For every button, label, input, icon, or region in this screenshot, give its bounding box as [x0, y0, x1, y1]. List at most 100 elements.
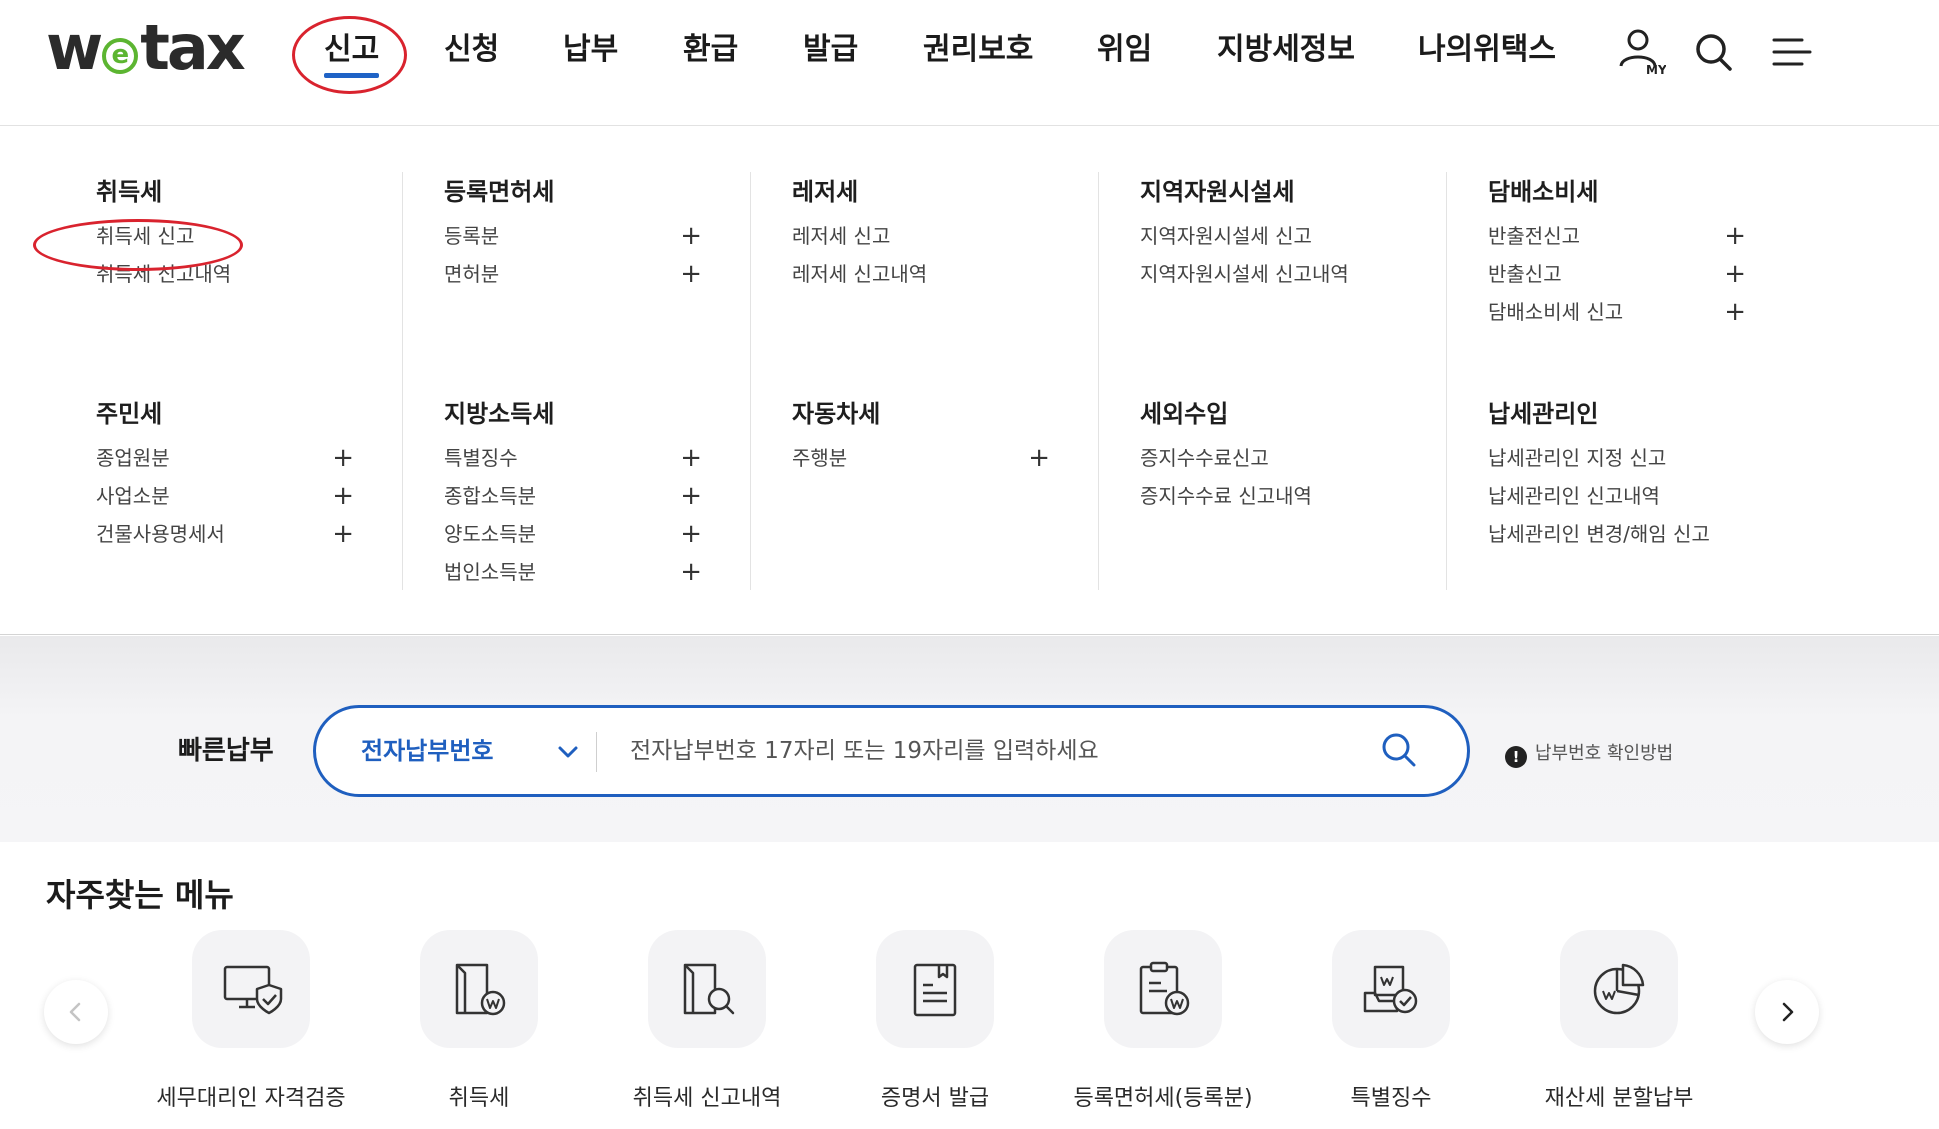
- frequent-item-registration-tax[interactable]: 등록면허세(등록분): [1053, 930, 1273, 1112]
- plus-icon: +: [680, 221, 702, 251]
- column-divider: [402, 172, 403, 590]
- menu-item-business-place[interactable]: 사업소분 +: [96, 477, 354, 515]
- mega-menu-panel: 취득세 취득세 신고 취득세 신고내역 등록면허세 등록분 + 면허분 + 레저세 …: [0, 127, 1939, 635]
- hamburger-menu-icon[interactable]: [1768, 26, 1820, 78]
- menu-item-special-collection[interactable]: 특별징수 +: [444, 439, 702, 477]
- nav-item-my-wetax[interactable]: 나의위택스: [1418, 28, 1556, 72]
- column-divider: [1098, 172, 1099, 590]
- menu-group-tobacco-tax: 담배소비세 반출전신고 + 반출신고 + 담배소비세 신고 +: [1488, 175, 1746, 331]
- info-icon: !: [1505, 746, 1527, 768]
- menu-item-regional-resource-tax-history[interactable]: 지역자원시설세 신고내역: [1140, 255, 1398, 293]
- nav-item-issue[interactable]: 발급: [803, 28, 858, 72]
- menu-item-employee[interactable]: 종업원분 +: [96, 439, 354, 477]
- document-won-icon: [420, 930, 538, 1048]
- plus-icon: +: [332, 481, 354, 511]
- pie-chart-won-icon: [1560, 930, 1678, 1048]
- monitor-shield-icon: [192, 930, 310, 1048]
- tray-check-icon: [1332, 930, 1450, 1048]
- frequent-item-certificate-issue[interactable]: 증명서 발급: [825, 930, 1045, 1112]
- plus-icon: +: [1724, 259, 1746, 289]
- menu-item-administrator-history[interactable]: 납세관리인 신고내역: [1488, 477, 1788, 515]
- plus-icon: +: [680, 259, 702, 289]
- frequent-menu-title: 자주찾는 메뉴: [46, 876, 234, 914]
- menu-item-administrator-designation[interactable]: 납세관리인 지정 신고: [1488, 439, 1788, 477]
- frequent-item-acquisition-tax-history[interactable]: 취득세 신고내역: [597, 930, 817, 1112]
- menu-group-title: 세외수입: [1140, 400, 1229, 428]
- frequent-item-tax-agent-verify[interactable]: 세무대리인 자격검증: [141, 930, 361, 1112]
- select-divider: [596, 732, 597, 772]
- plus-icon: +: [1724, 297, 1746, 327]
- plus-icon: +: [680, 519, 702, 549]
- search-icon[interactable]: [1377, 728, 1421, 772]
- menu-group-non-tax-revenue: 세외수입 증지수수료신고 증지수수료 신고내역: [1140, 397, 1398, 515]
- prev-arrow-button[interactable]: [44, 980, 108, 1044]
- menu-group-title: 지역자원시설세: [1140, 178, 1295, 206]
- menu-group-title: 주민세: [96, 400, 163, 428]
- frequent-item-special-collection[interactable]: 특별징수: [1281, 930, 1501, 1112]
- menu-item-administrator-change[interactable]: 납세관리인 변경/해임 신고: [1488, 515, 1788, 553]
- payment-number-help-link[interactable]: ! 납부번호 확인방법: [1505, 739, 1673, 768]
- plus-icon: +: [1724, 221, 1746, 251]
- menu-group-tax-administrator: 납세관리인 납세관리인 지정 신고 납세관리인 신고내역 납세관리인 변경/해임…: [1488, 397, 1788, 553]
- nav-item-rights[interactable]: 권리보호: [923, 28, 1033, 72]
- nav-item-apply[interactable]: 신청: [444, 28, 499, 72]
- plus-icon: +: [680, 557, 702, 587]
- frequent-item-property-tax-installment[interactable]: 재산세 분할납부: [1509, 930, 1729, 1112]
- menu-group-title: 지방소득세: [444, 400, 555, 428]
- column-divider: [750, 172, 751, 590]
- site-header: w e tax 신고 신청 납부 환급 발급 권리보호 위임 지방세정보 나의위택스…: [0, 0, 1939, 126]
- certificate-icon: [876, 930, 994, 1048]
- menu-group-vehicle-tax: 자동차세 주행분 +: [792, 397, 1050, 477]
- nav-item-refund[interactable]: 환급: [683, 28, 738, 72]
- menu-item-leisure-tax-history[interactable]: 레저세 신고내역: [792, 255, 1050, 293]
- menu-group-title: 레저세: [792, 178, 859, 206]
- menu-item-global-income[interactable]: 종합소득분 +: [444, 477, 702, 515]
- menu-item-registration[interactable]: 등록분 +: [444, 217, 702, 255]
- menu-item-building-use-statement[interactable]: 건물사용명세서 +: [96, 515, 354, 553]
- next-arrow-button[interactable]: [1755, 980, 1819, 1044]
- menu-group-local-income-tax: 지방소득세 특별징수 + 종합소득분 + 양도소득분 + 법인소득분 +: [444, 397, 702, 591]
- menu-group-title: 담배소비세: [1488, 178, 1599, 206]
- menu-item-acquisition-tax-history[interactable]: 취득세 신고내역: [96, 255, 351, 293]
- menu-group-title: 자동차세: [792, 400, 881, 428]
- menu-item-license[interactable]: 면허분 +: [444, 255, 702, 293]
- search-icon[interactable]: [1688, 26, 1740, 78]
- nav-item-pay[interactable]: 납부: [563, 28, 618, 72]
- menu-item-release-report[interactable]: 반출신고 +: [1488, 255, 1746, 293]
- menu-item-stamp-fee-history[interactable]: 증지수수료 신고내역: [1140, 477, 1398, 515]
- menu-item-tobacco-tax-report[interactable]: 담배소비세 신고 +: [1488, 293, 1746, 331]
- menu-item-acquisition-tax-report[interactable]: 취득세 신고: [96, 217, 351, 255]
- menu-group-registration-tax: 등록면허세 등록분 + 면허분 +: [444, 175, 702, 293]
- menu-item-driving[interactable]: 주행분 +: [792, 439, 1050, 477]
- menu-item-corporate-income[interactable]: 법인소득분 +: [444, 553, 702, 591]
- svg-text:MY: MY: [1646, 63, 1666, 77]
- my-account-icon[interactable]: MY: [1614, 26, 1667, 78]
- menu-group-regional-resource-tax: 지역자원시설세 지역자원시설세 신고 지역자원시설세 신고내역: [1140, 175, 1398, 293]
- menu-item-capital-gains[interactable]: 양도소득분 +: [444, 515, 702, 553]
- wetax-logo[interactable]: w e tax: [46, 16, 246, 80]
- nav-item-delegate[interactable]: 위임: [1097, 28, 1152, 72]
- document-search-icon: [648, 930, 766, 1048]
- plus-icon: +: [332, 443, 354, 473]
- menu-item-stamp-fee-report[interactable]: 증지수수료신고: [1140, 439, 1398, 477]
- menu-group-title: 취득세: [96, 178, 163, 206]
- menu-group-acquisition-tax: 취득세 취득세 신고 취득세 신고내역: [96, 175, 351, 293]
- menu-group-leisure-tax: 레저세 레저세 신고 레저세 신고내역: [792, 175, 1050, 293]
- quick-pay-section: 빠른납부 전자납부번호 !납부번호 확인방법: [0, 636, 1939, 842]
- menu-item-leisure-tax-report[interactable]: 레저세 신고: [792, 217, 1050, 255]
- plus-icon: +: [1028, 443, 1050, 473]
- plus-icon: +: [680, 481, 702, 511]
- menu-group-resident-tax: 주민세 종업원분 + 사업소분 + 건물사용명세서 +: [96, 397, 354, 553]
- payment-type-select[interactable]: 전자납부번호: [361, 708, 493, 794]
- nav-item-report[interactable]: 신고: [324, 28, 380, 78]
- chevron-down-icon[interactable]: [554, 738, 582, 766]
- nav-item-local-tax-info[interactable]: 지방세정보: [1217, 28, 1355, 72]
- menu-item-pre-release-report[interactable]: 반출전신고 +: [1488, 217, 1746, 255]
- clipboard-won-icon: [1104, 930, 1222, 1048]
- quick-pay-search-box: 전자납부번호: [313, 705, 1470, 797]
- frequent-item-acquisition-tax[interactable]: 취득세: [369, 930, 589, 1112]
- plus-icon: +: [680, 443, 702, 473]
- menu-item-regional-resource-tax-report[interactable]: 지역자원시설세 신고: [1140, 217, 1398, 255]
- plus-icon: +: [332, 519, 354, 549]
- payment-number-input[interactable]: [616, 708, 1336, 794]
